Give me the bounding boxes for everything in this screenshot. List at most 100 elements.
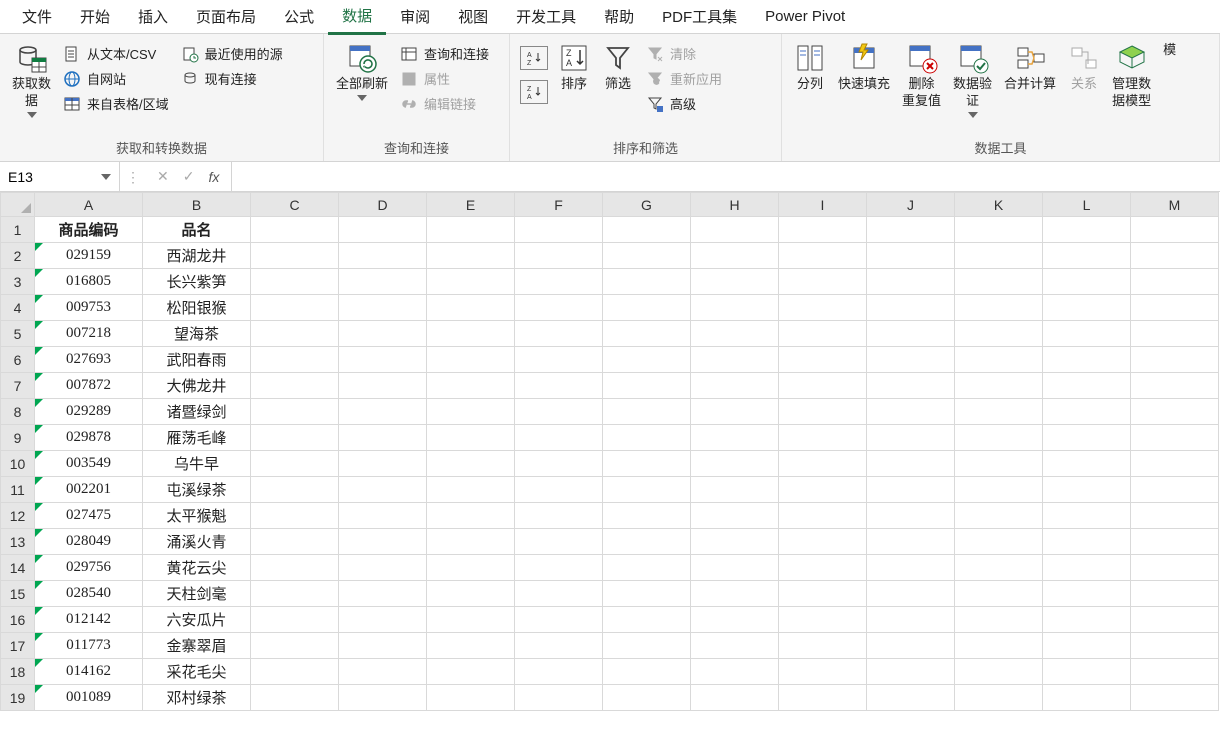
cell-K7[interactable] bbox=[955, 373, 1043, 399]
cell-M6[interactable] bbox=[1131, 347, 1219, 373]
data-validation-button[interactable]: 数据验 证 bbox=[947, 40, 998, 120]
cell-F8[interactable] bbox=[515, 399, 603, 425]
cell-A5[interactable]: 007218 bbox=[35, 321, 143, 347]
cell-E15[interactable] bbox=[427, 581, 515, 607]
advanced-filter-button[interactable]: 高级 bbox=[644, 92, 724, 115]
cell-H11[interactable] bbox=[691, 477, 779, 503]
cell-E18[interactable] bbox=[427, 659, 515, 685]
cell-A19[interactable]: 001089 bbox=[35, 685, 143, 711]
cell-H3[interactable] bbox=[691, 269, 779, 295]
cell-H4[interactable] bbox=[691, 295, 779, 321]
cell-A1[interactable]: 商品编码 bbox=[35, 217, 143, 243]
cell-D1[interactable] bbox=[339, 217, 427, 243]
cell-D19[interactable] bbox=[339, 685, 427, 711]
cell-H18[interactable] bbox=[691, 659, 779, 685]
cell-G4[interactable] bbox=[603, 295, 691, 321]
cell-E13[interactable] bbox=[427, 529, 515, 555]
remove-duplicates-button[interactable]: 删除 重复值 bbox=[896, 40, 947, 112]
cell-B18[interactable]: 采花毛尖 bbox=[143, 659, 251, 685]
cell-H2[interactable] bbox=[691, 243, 779, 269]
cell-L6[interactable] bbox=[1043, 347, 1131, 373]
cell-J1[interactable] bbox=[867, 217, 955, 243]
cell-C9[interactable] bbox=[251, 425, 339, 451]
cell-G11[interactable] bbox=[603, 477, 691, 503]
cell-H7[interactable] bbox=[691, 373, 779, 399]
cell-E16[interactable] bbox=[427, 607, 515, 633]
menu-item-9[interactable]: 帮助 bbox=[590, 0, 648, 33]
cell-E4[interactable] bbox=[427, 295, 515, 321]
col-header-C[interactable]: C bbox=[251, 193, 339, 217]
cell-G5[interactable] bbox=[603, 321, 691, 347]
cell-F9[interactable] bbox=[515, 425, 603, 451]
cell-K17[interactable] bbox=[955, 633, 1043, 659]
filter-button[interactable]: 筛选 bbox=[596, 40, 640, 95]
cell-I3[interactable] bbox=[779, 269, 867, 295]
name-box-input[interactable] bbox=[8, 169, 88, 185]
row-header-5[interactable]: 5 bbox=[1, 321, 35, 347]
cell-B14[interactable]: 黄花云尖 bbox=[143, 555, 251, 581]
row-header-9[interactable]: 9 bbox=[1, 425, 35, 451]
cancel-icon[interactable]: ✕ bbox=[157, 168, 169, 185]
cell-J4[interactable] bbox=[867, 295, 955, 321]
cell-L14[interactable] bbox=[1043, 555, 1131, 581]
row-header-19[interactable]: 19 bbox=[1, 685, 35, 711]
cell-B19[interactable]: 邓村绿茶 bbox=[143, 685, 251, 711]
cell-D3[interactable] bbox=[339, 269, 427, 295]
cell-E1[interactable] bbox=[427, 217, 515, 243]
cell-G16[interactable] bbox=[603, 607, 691, 633]
cell-G6[interactable] bbox=[603, 347, 691, 373]
cell-I10[interactable] bbox=[779, 451, 867, 477]
cell-H6[interactable] bbox=[691, 347, 779, 373]
row-header-1[interactable]: 1 bbox=[1, 217, 35, 243]
cell-H9[interactable] bbox=[691, 425, 779, 451]
cell-J17[interactable] bbox=[867, 633, 955, 659]
cell-C7[interactable] bbox=[251, 373, 339, 399]
cell-K18[interactable] bbox=[955, 659, 1043, 685]
cell-D10[interactable] bbox=[339, 451, 427, 477]
row-header-2[interactable]: 2 bbox=[1, 243, 35, 269]
cell-I8[interactable] bbox=[779, 399, 867, 425]
menu-item-6[interactable]: 审阅 bbox=[386, 0, 444, 33]
row-header-11[interactable]: 11 bbox=[1, 477, 35, 503]
col-header-B[interactable]: B bbox=[143, 193, 251, 217]
cell-D16[interactable] bbox=[339, 607, 427, 633]
edit-links-button[interactable]: 编辑链接 bbox=[398, 92, 491, 115]
cell-K14[interactable] bbox=[955, 555, 1043, 581]
row-header-17[interactable]: 17 bbox=[1, 633, 35, 659]
cell-G13[interactable] bbox=[603, 529, 691, 555]
cell-B4[interactable]: 松阳银猴 bbox=[143, 295, 251, 321]
cell-M1[interactable] bbox=[1131, 217, 1219, 243]
row-header-6[interactable]: 6 bbox=[1, 347, 35, 373]
cell-C10[interactable] bbox=[251, 451, 339, 477]
menu-item-2[interactable]: 插入 bbox=[124, 0, 182, 33]
cell-L2[interactable] bbox=[1043, 243, 1131, 269]
cell-K15[interactable] bbox=[955, 581, 1043, 607]
cell-J19[interactable] bbox=[867, 685, 955, 711]
cell-I17[interactable] bbox=[779, 633, 867, 659]
drag-handle-icon[interactable]: ⋮ bbox=[120, 170, 145, 184]
row-header-16[interactable]: 16 bbox=[1, 607, 35, 633]
cell-H17[interactable] bbox=[691, 633, 779, 659]
cell-H8[interactable] bbox=[691, 399, 779, 425]
cell-G7[interactable] bbox=[603, 373, 691, 399]
cell-H16[interactable] bbox=[691, 607, 779, 633]
cell-F12[interactable] bbox=[515, 503, 603, 529]
cell-E2[interactable] bbox=[427, 243, 515, 269]
cell-L15[interactable] bbox=[1043, 581, 1131, 607]
cell-M19[interactable] bbox=[1131, 685, 1219, 711]
cell-I19[interactable] bbox=[779, 685, 867, 711]
cell-K16[interactable] bbox=[955, 607, 1043, 633]
cell-E9[interactable] bbox=[427, 425, 515, 451]
cell-G18[interactable] bbox=[603, 659, 691, 685]
cell-G19[interactable] bbox=[603, 685, 691, 711]
cell-H14[interactable] bbox=[691, 555, 779, 581]
cell-M5[interactable] bbox=[1131, 321, 1219, 347]
cell-C2[interactable] bbox=[251, 243, 339, 269]
cell-M9[interactable] bbox=[1131, 425, 1219, 451]
cell-B13[interactable]: 涌溪火青 bbox=[143, 529, 251, 555]
cell-I12[interactable] bbox=[779, 503, 867, 529]
cell-D4[interactable] bbox=[339, 295, 427, 321]
row-header-13[interactable]: 13 bbox=[1, 529, 35, 555]
cell-K6[interactable] bbox=[955, 347, 1043, 373]
cell-M13[interactable] bbox=[1131, 529, 1219, 555]
